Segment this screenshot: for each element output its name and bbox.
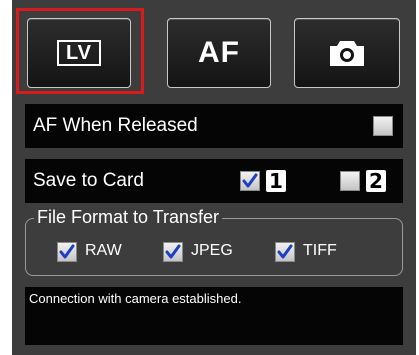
card-1-checkbox[interactable] [240, 171, 260, 191]
file-format-legend: File Format to Transfer [34, 207, 223, 228]
live-view-label: LV [65, 42, 93, 64]
checkmark-icon [165, 244, 181, 259]
tiff-checkbox[interactable] [275, 242, 295, 262]
checkmark-icon [242, 173, 258, 188]
status-message: Connection with camera established. [29, 291, 242, 306]
autofocus-button[interactable]: AF [167, 18, 271, 88]
checkmark-icon [59, 244, 75, 259]
jpeg-checkbox[interactable] [163, 242, 183, 262]
checkmark-icon [277, 244, 293, 259]
status-box: Connection with camera established. [25, 287, 403, 345]
save-to-card-label: Save to Card [33, 170, 144, 191]
af-when-released-checkbox[interactable] [373, 116, 393, 136]
af-when-released-label: AF When Released [33, 115, 198, 136]
jpeg-label: JPEG [191, 242, 233, 259]
live-view-button[interactable]: LV [27, 18, 131, 88]
card-2-number: 2 [366, 170, 386, 192]
raw-label: RAW [85, 242, 122, 259]
shutter-button[interactable] [294, 18, 400, 88]
tiff-label: TIFF [303, 242, 337, 259]
camera-control-panel: LV AF AF When Released Save to Card 1 2 … [12, 0, 416, 355]
file-format-group: File Format to Transfer RAW JPEG TIFF [25, 207, 403, 276]
af-when-released-row: AF When Released [25, 104, 403, 148]
save-to-card-row: Save to Card 1 2 [25, 159, 403, 203]
live-view-icon: LV [57, 40, 101, 66]
raw-checkbox[interactable] [57, 242, 77, 262]
card-2-checkbox[interactable] [340, 171, 360, 191]
autofocus-label: AF [198, 36, 240, 69]
camera-icon [330, 41, 364, 66]
card-1-number: 1 [266, 170, 286, 192]
